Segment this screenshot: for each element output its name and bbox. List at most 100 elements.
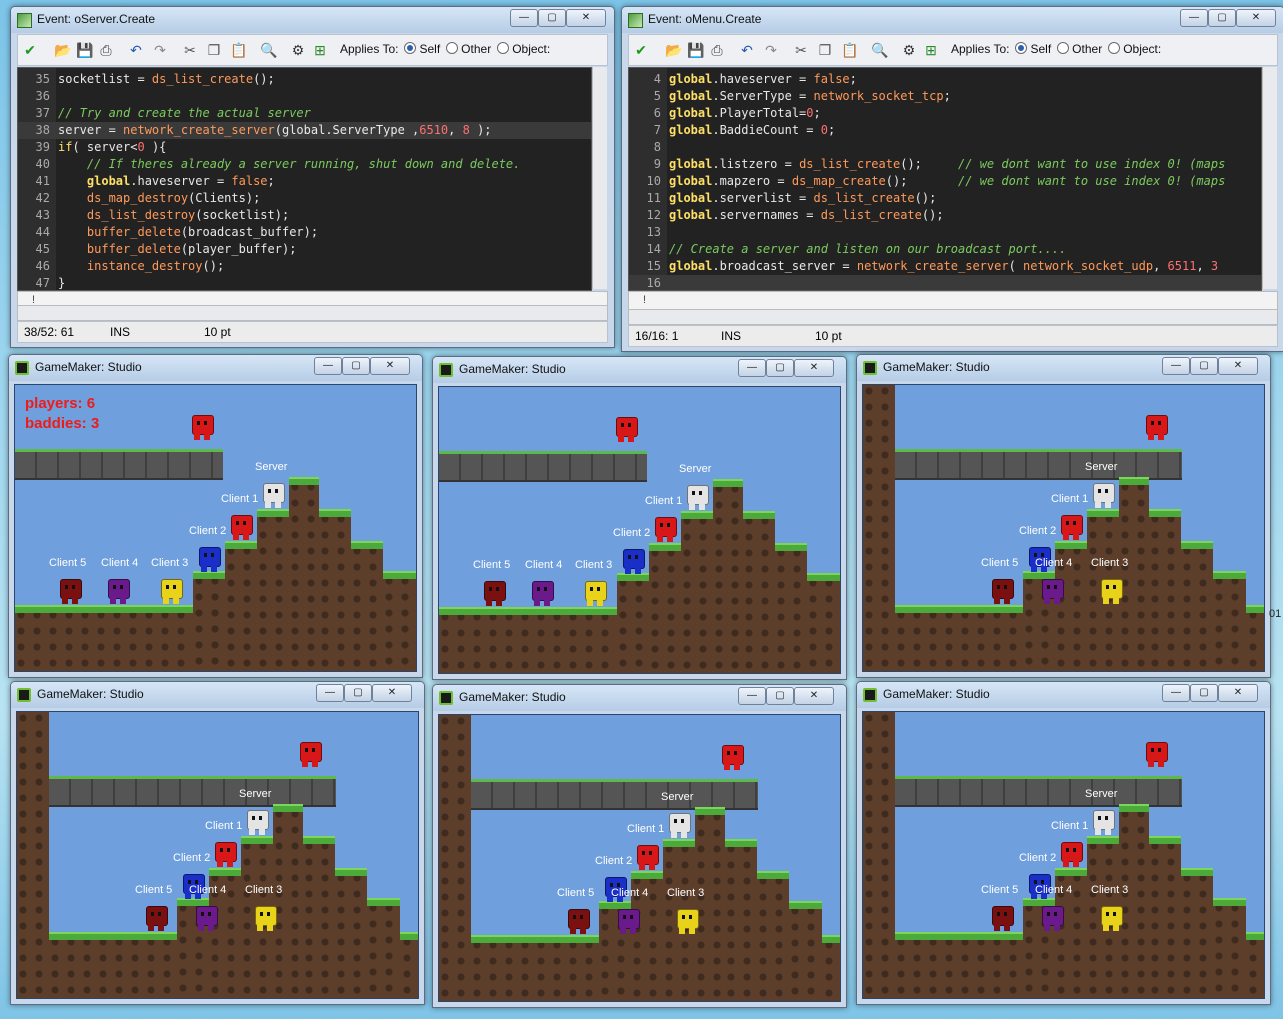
paste-icon[interactable]: 📋 <box>841 42 858 58</box>
title-bar[interactable]: GameMaker: Studio — ▢ ✕ <box>857 355 1270 381</box>
self-radio[interactable] <box>404 42 417 54</box>
code-line[interactable]: 38 server = network_create_server(global.… <box>18 122 591 139</box>
code-line[interactable]: 40 // If theres already a server running… <box>18 156 591 173</box>
close-button[interactable]: ✕ <box>1218 357 1258 375</box>
title-bar[interactable]: GameMaker: Studio — ▢ ✕ <box>857 682 1270 708</box>
open-icon[interactable]: 📂 <box>665 42 682 58</box>
check-icon[interactable]: ✔ <box>633 42 649 58</box>
game-window-2[interactable]: GameMaker: Studio — ▢ ✕ Server Client 1 Client… <box>432 356 847 680</box>
print-icon[interactable]: ⎙ <box>709 42 725 58</box>
code-editor[interactable]: 35 socketlist = ds_list_create(); 36 37// T… <box>17 67 592 291</box>
add-icon[interactable]: ⊞ <box>312 42 328 58</box>
code-line[interactable]: 46 instance_destroy(); <box>18 258 591 275</box>
code-line[interactable]: 14 // Create a server and listen on our b… <box>629 241 1261 258</box>
find-icon[interactable]: 🔍 <box>260 42 277 58</box>
game-viewport[interactable]: Server Client 1 Client 2 Client 3 Client 4 Cl… <box>438 714 841 1002</box>
settings-icon[interactable]: ⚙ <box>901 42 917 58</box>
minimize-button[interactable]: — <box>1162 684 1190 702</box>
code-line[interactable]: 6 global.PlayerTotal=0; <box>629 105 1261 122</box>
maximize-button[interactable]: ▢ <box>1190 684 1218 702</box>
minimize-button[interactable]: — <box>1162 357 1190 375</box>
code-line[interactable]: 47} <box>18 275 591 290</box>
code-line[interactable]: 37 // Try and create the actual server <box>18 105 591 122</box>
title-bar[interactable]: GameMaker: Studio — ▢ ✕ <box>9 355 422 381</box>
find-icon[interactable]: 🔍 <box>871 42 888 58</box>
code-line[interactable]: 13 <box>629 224 1261 241</box>
game-viewport[interactable]: Server Client 1 Client 2 Client 3 Client 4 Cl… <box>862 711 1265 999</box>
code-line[interactable]: 8 <box>629 139 1261 156</box>
code-line[interactable]: 11 global.serverlist = ds_list_create(); <box>629 190 1261 207</box>
maximize-button[interactable]: ▢ <box>1190 357 1218 375</box>
object-radio[interactable] <box>497 42 510 54</box>
close-button[interactable]: ✕ <box>566 9 606 27</box>
code-line[interactable]: 39 if( server<0 ){ <box>18 139 591 156</box>
minimize-button[interactable]: — <box>738 359 766 377</box>
close-button[interactable]: ✕ <box>794 359 834 377</box>
maximize-button[interactable]: ▢ <box>538 9 566 27</box>
undo-icon[interactable]: ↶ <box>128 42 144 58</box>
copy-icon[interactable]: ❐ <box>817 42 833 58</box>
horizontal-scrollbar[interactable] <box>629 309 1277 324</box>
other-radio[interactable] <box>446 42 459 54</box>
add-icon[interactable]: ⊞ <box>923 42 939 58</box>
paste-icon[interactable]: 📋 <box>230 42 247 58</box>
game-viewport[interactable]: Server Client 1 Client 2 Client 3 Client 4 Cl… <box>862 384 1265 672</box>
redo-icon[interactable]: ↷ <box>152 42 168 58</box>
print-icon[interactable]: ⎙ <box>98 42 114 58</box>
maximize-button[interactable]: ▢ <box>344 684 372 702</box>
title-bar[interactable]: GameMaker: Studio — ▢ ✕ <box>11 682 424 708</box>
other-radio[interactable] <box>1057 42 1070 54</box>
title-bar[interactable]: GameMaker: Studio — ▢ ✕ <box>433 357 846 383</box>
check-icon[interactable]: ✔ <box>22 42 38 58</box>
self-radio[interactable] <box>1015 42 1028 54</box>
save-icon[interactable]: 💾 <box>687 42 704 58</box>
code-line[interactable]: 41 global.haveserver = false; <box>18 173 591 190</box>
cut-icon[interactable]: ✂ <box>793 42 809 58</box>
close-button[interactable]: ✕ <box>372 684 412 702</box>
game-window-4[interactable]: GameMaker: Studio — ▢ ✕ Server Client 1 Client… <box>10 681 425 1005</box>
code-line[interactable]: 4 global.haveserver = false; <box>629 71 1261 88</box>
maximize-button[interactable]: ▢ <box>1208 9 1236 27</box>
redo-icon[interactable]: ↷ <box>763 42 779 58</box>
copy-icon[interactable]: ❐ <box>206 42 222 58</box>
title-bar[interactable]: GameMaker: Studio — ▢ ✕ <box>433 685 846 711</box>
horizontal-scrollbar[interactable] <box>18 305 607 320</box>
code-line[interactable]: 35 socketlist = ds_list_create(); <box>18 71 591 88</box>
code-line[interactable]: 5 global.ServerType = network_socket_tcp; <box>629 88 1261 105</box>
code-line[interactable]: 7 global.BaddieCount = 0; <box>629 122 1261 139</box>
code-line[interactable]: 15 global.broadcast_server = network_crea… <box>629 258 1261 275</box>
code-line[interactable]: 16 <box>629 275 1261 290</box>
undo-icon[interactable]: ↶ <box>739 42 755 58</box>
save-icon[interactable]: 💾 <box>76 42 93 58</box>
code-line[interactable]: 36 <box>18 88 591 105</box>
game-window-3[interactable]: GameMaker: Studio — ▢ ✕ Server Client 1 Client… <box>856 354 1271 678</box>
cut-icon[interactable]: ✂ <box>182 42 198 58</box>
maximize-button[interactable]: ▢ <box>766 359 794 377</box>
code-line[interactable]: 45 buffer_delete(player_buffer); <box>18 241 591 258</box>
game-window-6[interactable]: GameMaker: Studio — ▢ ✕ Server Client 1 Client… <box>856 681 1271 1005</box>
close-button[interactable]: ✕ <box>794 687 834 705</box>
game-viewport[interactable]: Server Client 1 Client 2 Client 3 Client 4 Cl… <box>438 386 841 674</box>
vertical-scrollbar[interactable] <box>592 67 607 289</box>
editor-window-omenu[interactable]: Event: oMenu.Create — ▢ ✕ ✔ 📂 💾 ⎙ ↶ ↷ ✂ ❐ 📋 🔍 ⚙ ⊞ Applie… <box>621 6 1283 352</box>
minimize-button[interactable]: — <box>1180 9 1208 27</box>
minimize-button[interactable]: — <box>510 9 538 27</box>
minimize-button[interactable]: — <box>738 687 766 705</box>
game-viewport[interactable]: Server Client 1 Client 2 Client 3 Client 4 Cl… <box>14 384 417 672</box>
object-radio[interactable] <box>1108 42 1121 54</box>
code-line[interactable]: 9 global.listzero = ds_list_create(); // … <box>629 156 1261 173</box>
close-button[interactable]: ✕ <box>370 357 410 375</box>
code-line[interactable]: 43 ds_list_destroy(socketlist); <box>18 207 591 224</box>
title-bar[interactable]: Event: oServer.Create — ▢ ✕ <box>11 7 614 33</box>
settings-icon[interactable]: ⚙ <box>290 42 306 58</box>
close-button[interactable]: ✕ <box>1236 9 1276 27</box>
game-window-5[interactable]: GameMaker: Studio — ▢ ✕ Server Client 1 Client… <box>432 684 847 1008</box>
close-button[interactable]: ✕ <box>1218 684 1258 702</box>
editor-window-oserver[interactable]: Event: oServer.Create — ▢ ✕ ✔ 📂 💾 ⎙ ↶ ↷ ✂ ❐ 📋 🔍 ⚙ ⊞ Appl… <box>10 6 615 348</box>
game-window-1[interactable]: GameMaker: Studio — ▢ ✕ Server Client 1 Client… <box>8 354 423 678</box>
code-line[interactable]: 42 ds_map_destroy(Clients); <box>18 190 591 207</box>
code-line[interactable]: 12 global.servernames = ds_list_create(); <box>629 207 1261 224</box>
minimize-button[interactable]: — <box>314 357 342 375</box>
code-line[interactable]: 10 global.mapzero = ds_map_create(); // w… <box>629 173 1261 190</box>
title-bar[interactable]: Event: oMenu.Create — ▢ ✕ <box>622 7 1283 33</box>
